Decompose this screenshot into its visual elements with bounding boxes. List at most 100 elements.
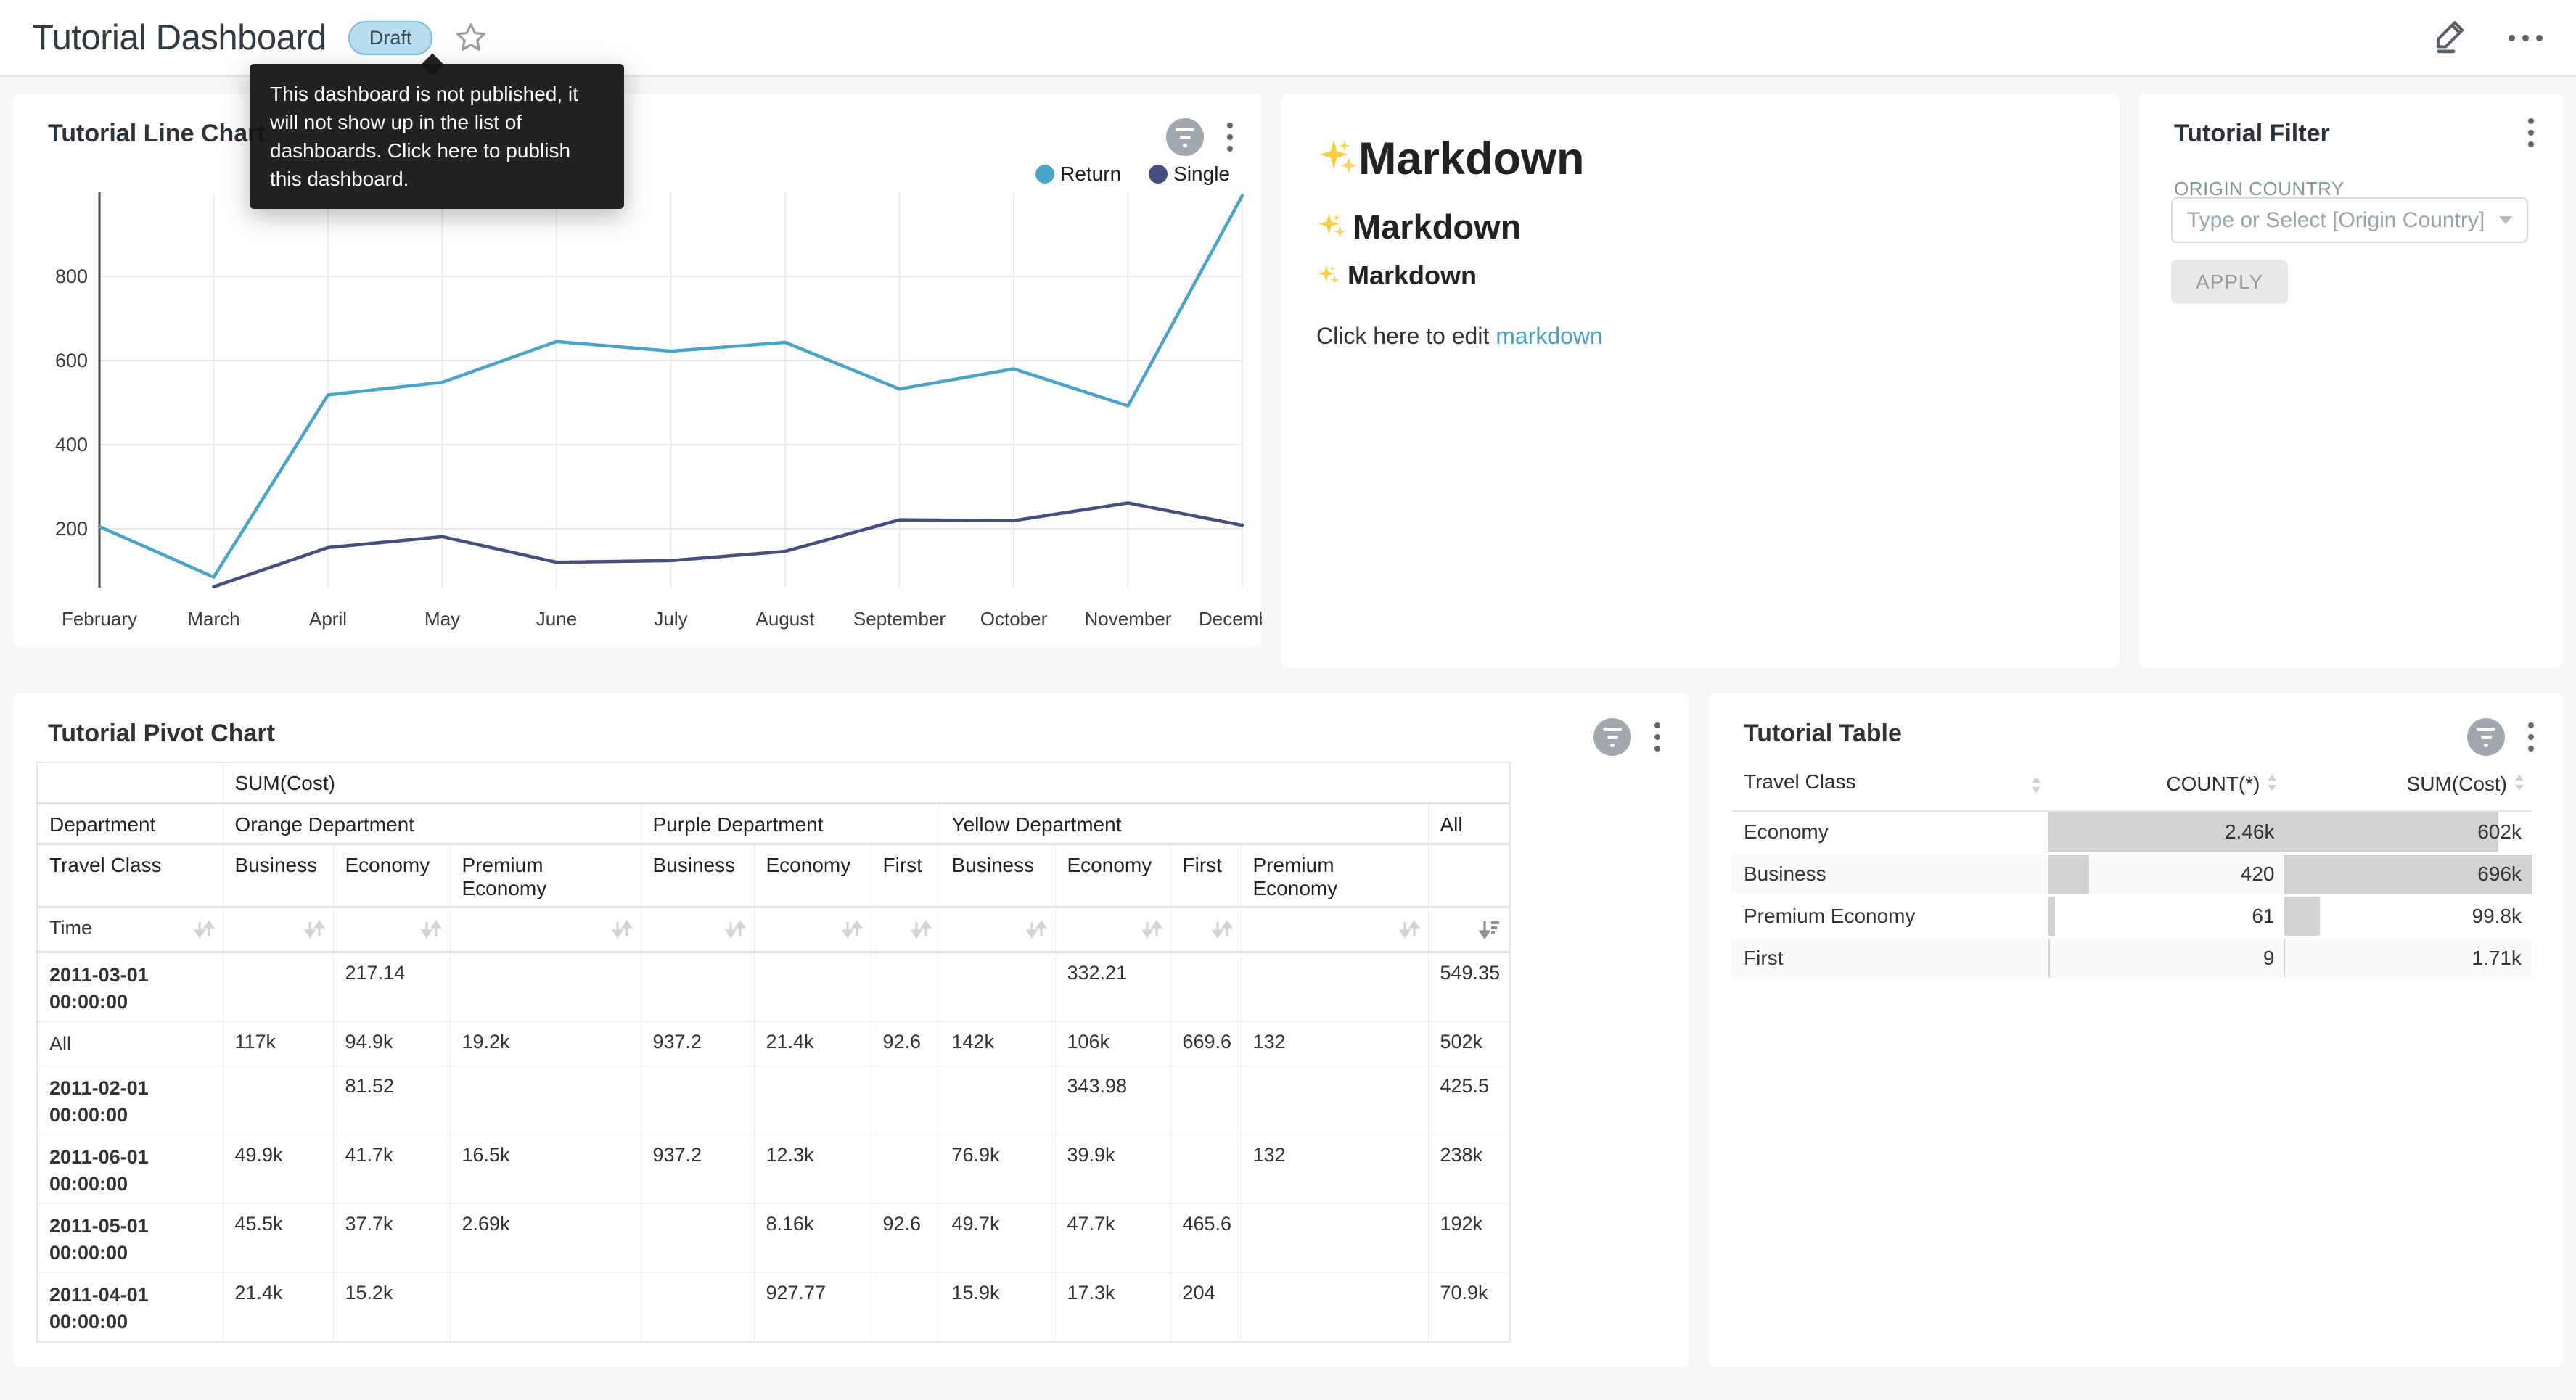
sort-desc-active-icon[interactable] <box>1477 918 1502 945</box>
y-tick-label: 800 <box>55 265 88 287</box>
draft-status-badge[interactable]: Draft <box>348 21 433 55</box>
pivot-cell: 94.9k <box>333 1021 450 1066</box>
table-row[interactable]: Business 420 696k <box>1732 853 2532 895</box>
sort-icon[interactable] <box>2030 775 2043 800</box>
x-tick-label: April <box>309 608 347 630</box>
origin-country-select[interactable]: Type or Select [Origin Country] <box>2171 197 2528 243</box>
pivot-cell: 37.7k <box>333 1203 450 1272</box>
sort-icon[interactable] <box>1025 918 1048 945</box>
sort-icon[interactable] <box>303 918 326 945</box>
pivot-col-header: Economy <box>754 844 871 907</box>
pivot-cell <box>871 1066 940 1135</box>
pivot-cell <box>754 1066 871 1135</box>
filter-more-menu-icon[interactable] <box>2528 118 2534 147</box>
table-row[interactable]: Premium Economy 61 99.8k <box>1732 895 2532 937</box>
x-tick-label: May <box>424 608 460 630</box>
pivot-cell <box>754 952 871 1021</box>
pivot-cell: 15.2k <box>333 1272 450 1342</box>
sort-icon[interactable] <box>2265 773 2278 798</box>
legend-item-single[interactable]: Single <box>1149 162 1230 186</box>
pivot-row: 2011-06-01 00:00:0049.9k41.7k16.5k937.21… <box>37 1135 1510 1203</box>
pivot-cell <box>223 952 333 1021</box>
x-tick-label: November <box>1085 608 1172 630</box>
pivot-time-header: Time <box>37 907 223 952</box>
table-row[interactable]: Economy 2.46k 602k <box>1732 812 2532 854</box>
pivot-row-dim: Department <box>37 803 223 844</box>
pivot-cell <box>1170 1135 1241 1203</box>
sort-icon[interactable] <box>909 918 932 945</box>
cross-filter-icon[interactable] <box>2467 718 2505 756</box>
sort-icon[interactable] <box>192 918 216 945</box>
cross-filter-icon[interactable] <box>1593 718 1631 756</box>
table-grid: Travel Class COUNT(*) SUM(Cost) Economy … <box>1732 760 2532 981</box>
sort-icon[interactable] <box>1210 918 1234 945</box>
chart-more-menu-icon[interactable] <box>2528 722 2534 752</box>
pivot-cell: 238k <box>1428 1135 1510 1203</box>
edit-pencil-icon[interactable] <box>2433 19 2468 57</box>
sort-icon[interactable] <box>419 918 443 945</box>
sort-icon[interactable] <box>840 918 864 945</box>
sort-icon[interactable] <box>2513 773 2526 798</box>
header-more-menu-icon[interactable] <box>2509 35 2543 41</box>
pivot-cell: 21.4k <box>754 1021 871 1066</box>
x-tick-label: July <box>654 608 687 630</box>
markdown-card[interactable]: Markdown Markdown Markdown Click here to… <box>1281 94 2120 668</box>
chart-more-menu-icon[interactable] <box>1654 722 1660 752</box>
pivot-cell <box>450 952 641 1021</box>
table-row[interactable]: First 9 1.71k <box>1732 937 2532 979</box>
pivot-cell: 332.21 <box>1055 952 1170 1021</box>
pivot-cell: 937.2 <box>641 1135 754 1203</box>
pivot-row-label: All <box>37 1021 223 1066</box>
y-tick-label: 600 <box>55 350 88 371</box>
sort-icon[interactable] <box>610 918 633 945</box>
cell-count: 61 <box>2048 895 2284 937</box>
pivot-cell: 8.16k <box>754 1203 871 1272</box>
edit-markdown-link[interactable]: markdown <box>1496 323 1603 349</box>
x-tick-label: March <box>187 608 239 630</box>
sort-icon[interactable] <box>1398 918 1421 945</box>
pivot-col-header: Economy <box>333 844 450 907</box>
pivot-cell: 2.69k <box>450 1203 641 1272</box>
pivot-group-header: Orange Department <box>223 803 641 844</box>
cell-sum-cost: 696k <box>2284 853 2532 895</box>
col-header-travel-class[interactable]: Travel Class <box>1732 760 2048 812</box>
pivot-col-header: Economy <box>1055 844 1170 907</box>
cell-travel-class: Economy <box>1732 812 2048 854</box>
pivot-cell <box>871 952 940 1021</box>
pivot-cell: 39.9k <box>1055 1135 1170 1203</box>
chevron-down-icon <box>2499 216 2512 224</box>
pivot-cell: 669.6 <box>1170 1021 1241 1066</box>
pivot-cell: 549.35 <box>1428 952 1510 1021</box>
pivot-cell <box>1170 1066 1241 1135</box>
pivot-group-header: Purple Department <box>641 803 940 844</box>
chart-legend: Return Single <box>1035 162 1230 186</box>
pivot-cell: 425.5 <box>1428 1066 1510 1135</box>
pivot-grid: SUM(Cost)DepartmentOrange DepartmentPurp… <box>36 762 1511 1343</box>
legend-item-return[interactable]: Return <box>1035 162 1121 186</box>
pivot-row-label: 2011-03-01 00:00:00 <box>37 952 223 1021</box>
pivot-cell: 21.4k <box>223 1272 333 1342</box>
pivot-row: All117k94.9k19.2k937.221.4k92.6142k106k6… <box>37 1021 1510 1066</box>
sort-icon[interactable] <box>723 918 747 945</box>
markdown-h1: Markdown <box>1316 133 1585 185</box>
apply-button[interactable]: APPLY <box>2171 260 2288 304</box>
pivot-corner-cell <box>37 762 223 803</box>
cell-travel-class: Premium Economy <box>1732 895 2048 937</box>
markdown-h3: Markdown <box>1316 260 1477 291</box>
pivot-cell: 92.6 <box>871 1203 940 1272</box>
pivot-cell <box>223 1066 333 1135</box>
pivot-cell: 502k <box>1428 1021 1510 1066</box>
dashboard-page: Tutorial Dashboard Draft This <box>0 0 2576 1400</box>
pivot-cell: 81.52 <box>333 1066 450 1135</box>
pivot-cell: 106k <box>1055 1021 1170 1066</box>
col-header-count[interactable]: COUNT(*) <box>2048 760 2284 812</box>
col-header-sum-cost[interactable]: SUM(Cost) <box>2284 760 2532 812</box>
pivot-cell: 15.9k <box>940 1272 1055 1342</box>
sort-icon[interactable] <box>1140 918 1163 945</box>
y-tick-label: 200 <box>55 518 88 540</box>
select-placeholder: Type or Select [Origin Country] <box>2187 208 2492 233</box>
favorite-star-icon[interactable] <box>454 21 488 54</box>
sparkles-icon <box>1316 212 1347 242</box>
line-chart-card: Tutorial Line Chart Return Single 200400… <box>13 94 1262 647</box>
pivot-cell <box>641 1272 754 1342</box>
